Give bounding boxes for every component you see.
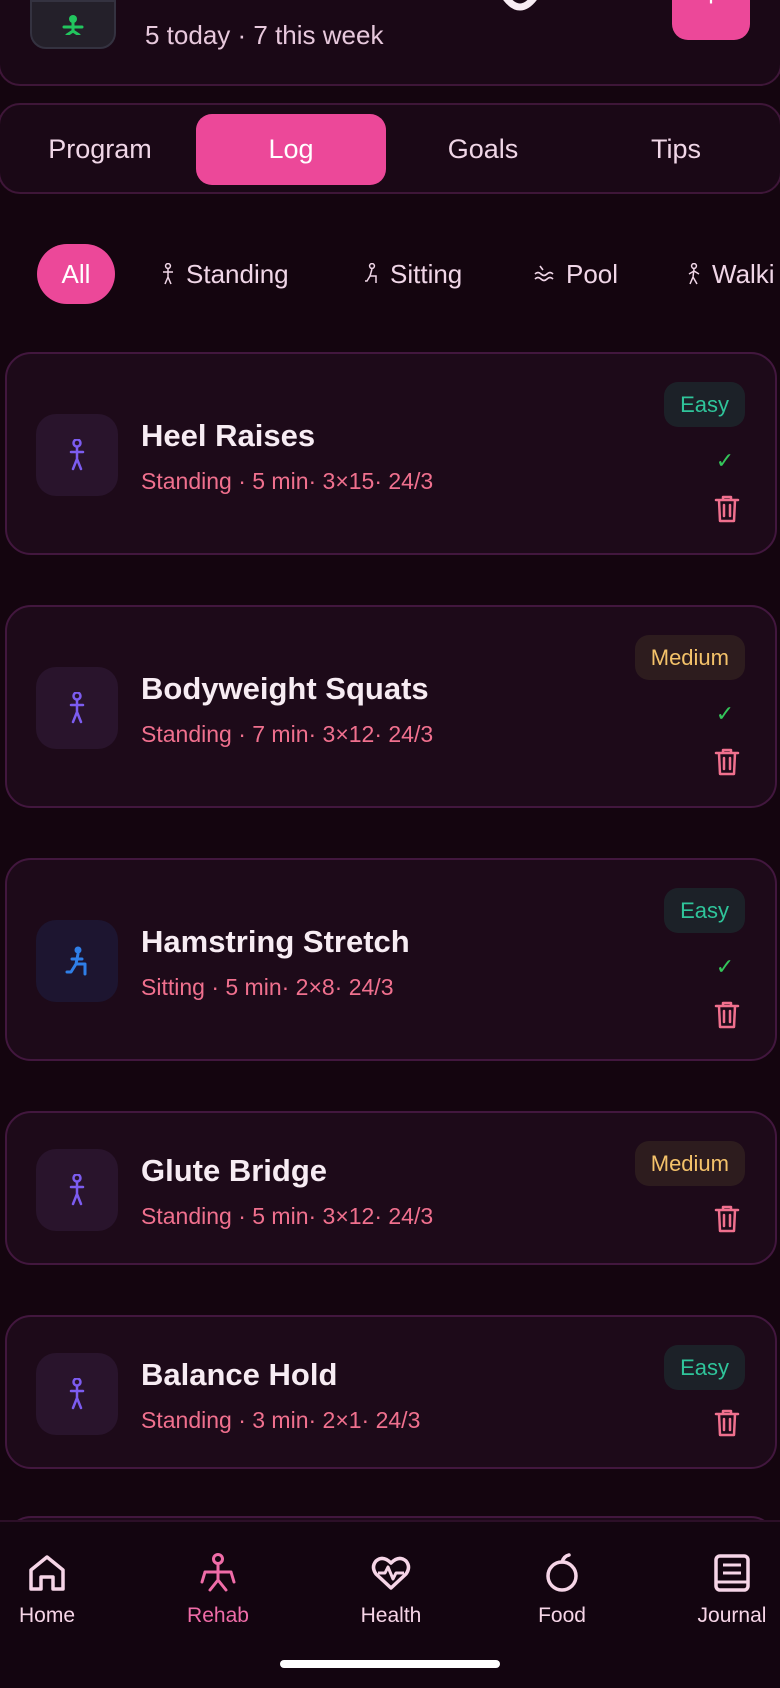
filter-chip-standing[interactable]: Standing	[162, 244, 289, 304]
apple-icon	[546, 1553, 578, 1592]
exercise-card[interactable]: Hamstring Stretch Sitting · 5 min· 2×8· …	[5, 858, 777, 1061]
exercise-title: Glute Bridge	[141, 1153, 328, 1188]
home-icon	[29, 1555, 65, 1591]
journal-icon	[714, 1554, 750, 1592]
header-subtitle: 5 today · 7 this week	[145, 20, 384, 50]
exercise-avatar	[36, 1353, 118, 1435]
trash-icon[interactable]	[713, 494, 741, 524]
tab-goals[interactable]: Goals	[388, 114, 578, 185]
rehab-figure-icon	[200, 1553, 236, 1592]
trash-icon[interactable]	[713, 1408, 741, 1438]
sitting-person-icon	[65, 946, 87, 976]
tab-label: Goals	[447, 134, 519, 164]
difficulty-badge: Medium	[634, 635, 745, 680]
exercise-card[interactable]: Bodyweight Squats Standing · 7 min· 3×12…	[5, 605, 777, 808]
trash-icon[interactable]	[713, 1204, 741, 1234]
chip-label: Walki	[712, 258, 775, 289]
nav-journal[interactable]: Journal	[672, 1552, 780, 1628]
exercise-card[interactable]: Heel Raises Standing · 5 min· 3×15· 24/3…	[5, 352, 777, 555]
standing-person-icon	[69, 692, 85, 724]
difficulty-badge: Easy	[664, 382, 745, 427]
exercise-title: Heel Raises	[141, 418, 316, 453]
filter-chip-sitting[interactable]: Sitting	[364, 244, 462, 304]
exercise-meta: Standing · 3 min· 2×1· 24/3	[141, 1407, 421, 1433]
exercise-meta: Standing · 5 min· 3×15· 24/3	[141, 468, 434, 494]
walking-person-icon	[688, 263, 700, 285]
tab-program[interactable]: Program	[5, 114, 195, 185]
tab-label: Tips	[650, 134, 701, 164]
exercise-title: Bodyweight Squats	[141, 671, 429, 706]
rehab-log-screen: 5 today · 7 this week + Program Log Goal…	[0, 0, 780, 1688]
nav-label: Health	[360, 1604, 422, 1627]
nav-label: Food	[538, 1604, 586, 1627]
add-exercise-button[interactable]: +	[672, 0, 750, 40]
section-tabs: Program Log Goals Tips	[0, 103, 780, 194]
header-title-fragment	[503, 0, 537, 11]
exercise-title: Balance Hold	[141, 1357, 338, 1392]
exercise-meta: Standing · 7 min· 3×12· 24/3	[141, 721, 434, 747]
nav-food[interactable]: Food	[502, 1552, 622, 1628]
filter-chip-walking[interactable]: Walki	[688, 244, 775, 304]
water-waves-icon	[534, 265, 554, 282]
app-logo-icon	[30, 0, 116, 49]
chip-label: Standing	[186, 258, 289, 289]
standing-person-icon	[69, 1174, 85, 1206]
tab-log[interactable]: Log	[196, 114, 386, 185]
checkmark-icon: ✓	[715, 448, 735, 473]
difficulty-badge: Medium	[634, 1141, 745, 1186]
nav-home[interactable]: Home	[0, 1552, 107, 1628]
difficulty-badge: Easy	[664, 1345, 745, 1390]
chip-label: Sitting	[390, 258, 463, 289]
heart-pulse-icon	[371, 1556, 411, 1590]
checkmark-icon: ✓	[715, 701, 735, 726]
standing-person-icon	[69, 1378, 85, 1410]
standing-person-icon	[163, 263, 173, 285]
exercise-card[interactable]: Balance Hold Standing · 3 min· 2×1· 24/3…	[5, 1315, 777, 1469]
exercise-avatar	[36, 920, 118, 1002]
nav-health[interactable]: Health	[331, 1552, 451, 1628]
exercise-avatar	[36, 667, 118, 749]
exercise-title: Hamstring Stretch	[141, 924, 410, 959]
nav-label: Home	[18, 1604, 76, 1627]
nav-rehab[interactable]: Rehab	[158, 1552, 278, 1628]
nav-label: Rehab	[187, 1604, 249, 1627]
tab-label: Log	[268, 134, 314, 164]
standing-person-icon	[69, 439, 85, 471]
trash-icon[interactable]	[713, 747, 741, 777]
filter-chip-all[interactable]: All	[37, 244, 115, 304]
chip-label: All	[61, 258, 91, 289]
checkmark-icon: ✓	[715, 954, 735, 979]
home-indicator[interactable]	[280, 1660, 500, 1668]
header-card: 5 today · 7 this week +	[0, 0, 780, 86]
exercise-meta: Standing · 5 min· 3×12· 24/3	[141, 1203, 434, 1229]
exercise-meta: Sitting · 5 min· 2×8· 24/3	[141, 974, 394, 1000]
difficulty-badge: Easy	[664, 888, 745, 933]
chip-label: Pool	[566, 258, 619, 289]
tab-label: Program	[48, 134, 152, 164]
nav-label: Journal	[697, 1604, 767, 1627]
sitting-person-icon	[365, 263, 377, 283]
exercise-avatar	[36, 1149, 118, 1231]
exercise-card[interactable]: Glute Bridge Standing · 5 min· 3×12· 24/…	[5, 1111, 777, 1265]
exercise-avatar	[36, 414, 118, 496]
tab-tips[interactable]: Tips	[581, 114, 771, 185]
trash-icon[interactable]	[713, 1000, 741, 1030]
plus-icon: +	[702, 0, 720, 12]
filter-chip-pool[interactable]: Pool	[534, 244, 618, 304]
rehab-figure-icon	[62, 14, 84, 35]
